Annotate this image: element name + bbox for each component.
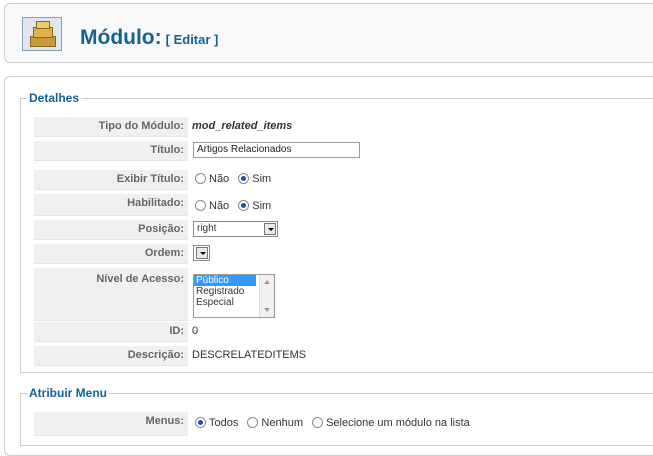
- chevron-down-icon[interactable]: [196, 247, 208, 259]
- show-title-yes-radio[interactable]: [238, 173, 250, 184]
- menus-select-radio[interactable]: [312, 417, 324, 428]
- show-title-label: Exibir Título:: [34, 170, 188, 190]
- menus-none-radio[interactable]: [247, 417, 259, 428]
- enabled-radios: Não Sim: [195, 197, 277, 219]
- menu-legend: Atribuir Menu: [29, 386, 107, 400]
- menus-all-radio[interactable]: [195, 417, 206, 428]
- menus-select-label: Selecione um módulo na lista: [326, 417, 470, 429]
- access-option-registered[interactable]: Registrado: [194, 286, 256, 297]
- access-level-label: Nível de Acesso:: [34, 268, 188, 321]
- row-enabled: Habilitado: Não Sim: [34, 194, 644, 216]
- order-select[interactable]: [193, 245, 210, 261]
- page-subtitle: [ Editar ]: [165, 32, 219, 47]
- menus-none-label: Nenhum: [261, 417, 303, 429]
- chevron-down-icon[interactable]: [264, 223, 276, 235]
- row-title: Título: Artigos Relacionados: [34, 141, 644, 161]
- order-label: Ordem:: [34, 244, 188, 264]
- listbox-scrollbar[interactable]: [259, 275, 274, 317]
- description-label: Descrição:: [34, 346, 188, 366]
- row-access-level: Nível de Acesso: Público Registrado Espe…: [34, 268, 644, 321]
- access-option-public[interactable]: Público: [194, 275, 256, 286]
- row-id: ID: 0: [34, 322, 644, 342]
- description-value: DESCRELATEDITEMS: [192, 349, 307, 361]
- row-position: Posição: right: [34, 220, 644, 240]
- module-type-value: mod_related_items: [192, 120, 293, 132]
- menus-all-label: Todos: [209, 417, 239, 429]
- module-stack-icon: [22, 17, 62, 51]
- show-title-radios: Não Sim: [195, 170, 277, 190]
- row-module-type: Tipo do Módulo: mod_related_items: [34, 117, 644, 137]
- menus-radios: Todos Nenhum Selecione um módulo na list…: [195, 414, 476, 438]
- module-type-label: Tipo do Módulo:: [34, 117, 188, 137]
- title-input[interactable]: Artigos Relacionados: [193, 142, 360, 158]
- page-title-text: Módulo:: [80, 26, 162, 49]
- access-option-special[interactable]: Especial: [194, 297, 256, 308]
- page-title: Módulo:[ Editar ]: [80, 26, 218, 50]
- title-label: Título:: [34, 141, 188, 161]
- show-title-yes-label: Sim: [252, 173, 272, 185]
- position-select[interactable]: right: [193, 221, 278, 237]
- id-label: ID:: [34, 322, 188, 342]
- row-order: Ordem:: [34, 244, 644, 264]
- id-value: 0: [192, 325, 199, 337]
- position-label: Posição:: [34, 220, 188, 240]
- scroll-down-icon[interactable]: [264, 308, 270, 312]
- details-legend: Detalhes: [29, 91, 80, 105]
- menus-label: Menus:: [34, 412, 188, 436]
- scroll-up-icon[interactable]: [264, 280, 270, 284]
- enabled-no-label: Não: [209, 200, 230, 212]
- row-description: Descrição: DESCRELATEDITEMS: [34, 346, 644, 366]
- access-level-listbox[interactable]: Público Registrado Especial: [193, 274, 275, 318]
- show-title-no-radio[interactable]: [195, 173, 206, 184]
- enabled-no-radio[interactable]: [195, 200, 206, 211]
- position-select-value: right: [197, 223, 217, 234]
- toolbar-header: Módulo:[ Editar ]: [4, 3, 653, 63]
- enabled-yes-radio[interactable]: [238, 200, 250, 211]
- enabled-label: Habilitado:: [34, 194, 188, 216]
- row-menus: Menus: Todos Nenhum Selecione um módulo …: [34, 412, 644, 436]
- enabled-yes-label: Sim: [252, 200, 272, 212]
- show-title-no-label: Não: [209, 173, 230, 185]
- row-show-title: Exibir Título: Não Sim: [34, 170, 644, 190]
